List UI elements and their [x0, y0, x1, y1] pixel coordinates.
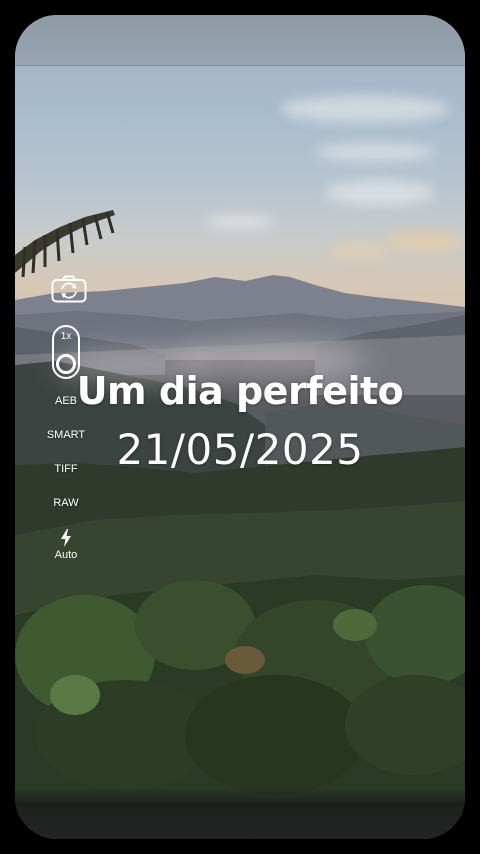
camera-controls: 1x AEB SMART TIFF RAW Auto: [43, 273, 89, 561]
flash-mode-button[interactable]: Auto: [54, 529, 78, 561]
raw-toggle[interactable]: RAW: [53, 497, 78, 509]
smart-toggle[interactable]: SMART: [47, 429, 85, 441]
zoom-slider-handle[interactable]: [56, 354, 76, 374]
viewfinder-bottom-strip: [15, 787, 465, 839]
switch-camera-button[interactable]: [50, 273, 88, 305]
camera-viewfinder[interactable]: Um dia perfeito 21/05/2025 1x AEB SMART …: [15, 15, 465, 839]
zoom-level-label: 1x: [60, 331, 72, 342]
flash-mode-label: Auto: [54, 549, 78, 561]
flash-bolt-icon: [60, 529, 71, 547]
tiff-toggle[interactable]: TIFF: [54, 463, 77, 475]
camera-rotate-icon: [51, 275, 86, 303]
zoom-slider[interactable]: 1x: [52, 325, 80, 379]
aeb-toggle[interactable]: AEB: [55, 395, 77, 407]
